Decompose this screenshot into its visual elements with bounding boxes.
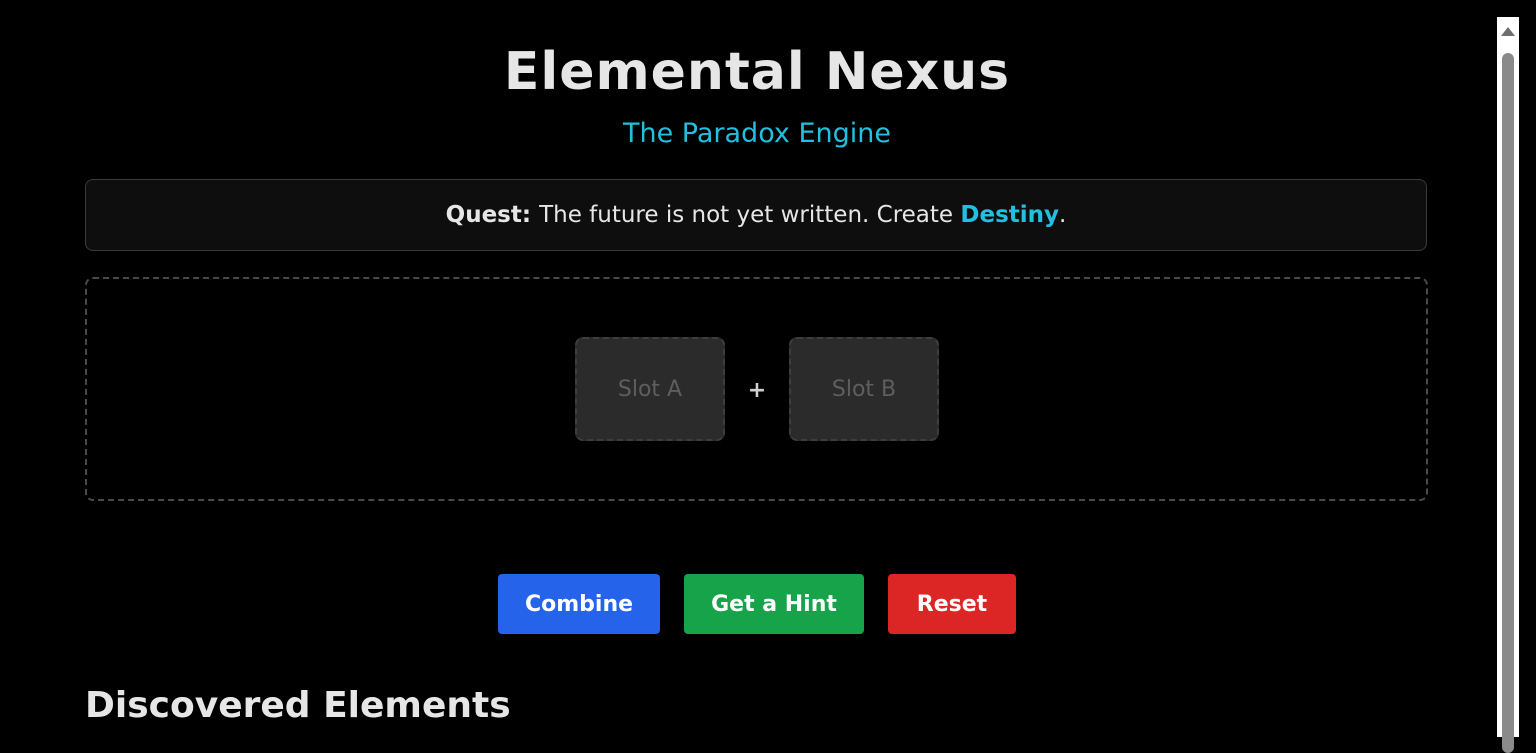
slot-a[interactable]: Slot A bbox=[575, 337, 725, 441]
vertical-scrollbar[interactable] bbox=[1497, 17, 1519, 753]
page-title: Elemental Nexus bbox=[503, 42, 1011, 102]
quest-target: Destiny bbox=[960, 202, 1060, 228]
hint-button[interactable]: Get a Hint bbox=[684, 574, 864, 634]
quest-banner: Quest: The future is not yet written. Cr… bbox=[85, 179, 1427, 251]
plus-operator: + bbox=[747, 378, 767, 403]
reset-button[interactable]: Reset bbox=[888, 574, 1016, 634]
combine-button[interactable]: Combine bbox=[498, 574, 660, 634]
scroll-up-arrow-icon[interactable] bbox=[1501, 27, 1515, 36]
slot-b[interactable]: Slot B bbox=[789, 337, 939, 441]
game-page: Elemental Nexus The Paradox Engine Quest… bbox=[0, 0, 1497, 737]
scrollbar-thumb[interactable] bbox=[1502, 53, 1514, 753]
page-subtitle: The Paradox Engine bbox=[623, 118, 891, 149]
quest-label: Quest: bbox=[445, 202, 532, 228]
discovered-elements-heading: Discovered Elements bbox=[85, 685, 511, 726]
quest-suffix: . bbox=[1059, 202, 1067, 228]
quest-text: The future is not yet written. Create bbox=[539, 202, 961, 228]
